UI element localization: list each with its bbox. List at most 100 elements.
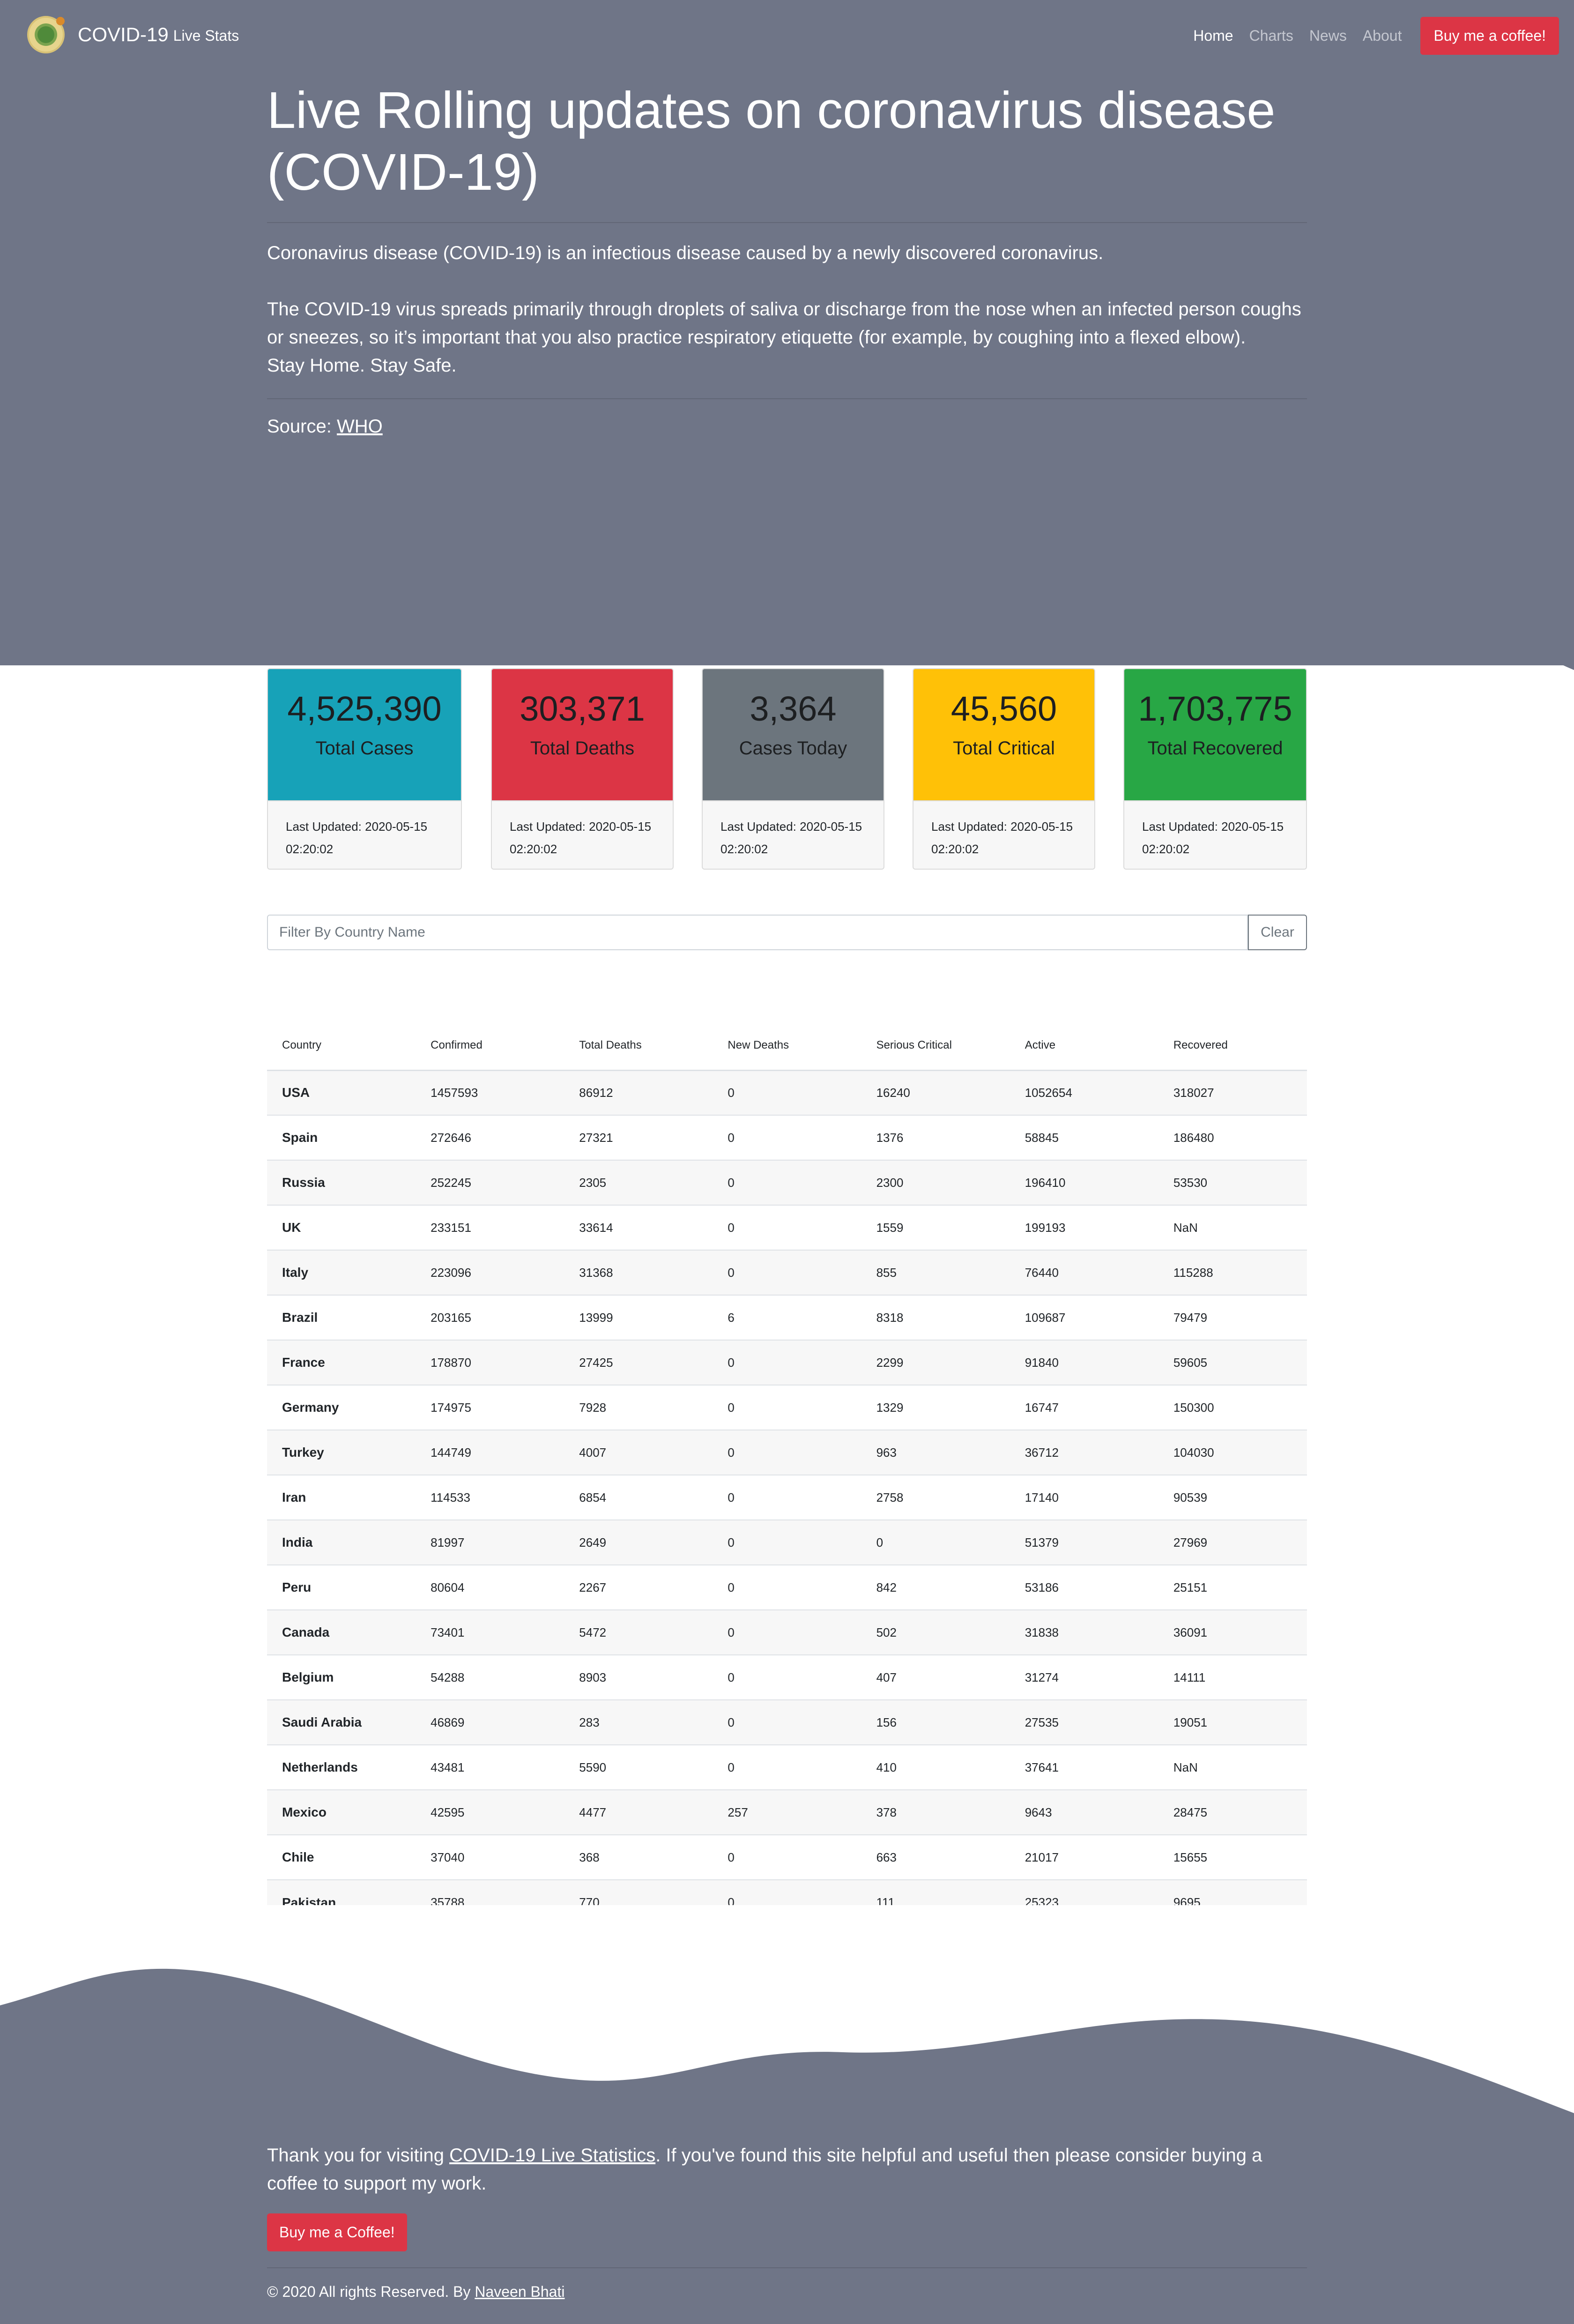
col-active[interactable]: Active [1010, 1021, 1158, 1071]
nav-news[interactable]: News [1309, 27, 1347, 45]
table-cell: 114533 [416, 1475, 564, 1520]
footer-site-link[interactable]: COVID-19 Live Statistics [449, 2145, 655, 2166]
table-cell: 186480 [1158, 1115, 1307, 1160]
table-cell: 25323 [1010, 1879, 1158, 1905]
buy-coffee-footer-button[interactable]: Buy me a Coffee! [267, 2213, 407, 2251]
table-cell: 4007 [564, 1430, 713, 1475]
coronavirus-logo-icon [27, 16, 65, 53]
table-cell: 90539 [1158, 1475, 1307, 1520]
col-new-deaths[interactable]: New Deaths [713, 1021, 861, 1071]
buy-coffee-button[interactable]: Buy me a coffee! [1420, 17, 1559, 55]
table-cell: 86912 [564, 1070, 713, 1115]
intro-text: Coronavirus disease (COVID-19) is an inf… [267, 243, 1104, 263]
table-cell: 37641 [1010, 1744, 1158, 1790]
table-cell: 5472 [564, 1609, 713, 1655]
table-row: France 178870 27425 0 2299 91840 59605 [267, 1340, 1307, 1385]
col-serious-critical[interactable]: Serious Critical [861, 1021, 1010, 1071]
table-cell: 144749 [416, 1430, 564, 1475]
card-value: 45,560 [950, 689, 1057, 728]
table-cell: 1559 [861, 1205, 1010, 1250]
country-filter: Clear [267, 915, 1307, 950]
table-cell: 16240 [861, 1070, 1010, 1115]
country-cell: Turkey [267, 1430, 416, 1475]
footer-content: Thank you for visiting COVID-19 Live Sta… [267, 2141, 1307, 2301]
table-row: USA 1457593 86912 0 16240 1052654 318027 [267, 1070, 1307, 1115]
table-cell: 842 [861, 1564, 1010, 1610]
table-cell: 2267 [564, 1564, 713, 1610]
col-confirmed[interactable]: Confirmed [416, 1021, 564, 1071]
country-cell: France [267, 1340, 416, 1385]
table-cell: 2300 [861, 1160, 1010, 1205]
country-cell: Russia [267, 1160, 416, 1205]
author-link[interactable]: Naveen Bhati [475, 2283, 564, 2300]
card-updated: Last Updated: 2020-05-15 02:20:02 [703, 800, 884, 869]
table-cell: 407 [861, 1654, 1010, 1700]
table-cell: 53530 [1158, 1160, 1307, 1205]
table-cell: 770 [564, 1879, 713, 1905]
country-cell: Mexico [267, 1789, 416, 1835]
brand[interactable]: COVID-19 Live Stats [27, 16, 239, 53]
clear-button[interactable]: Clear [1248, 915, 1307, 950]
table-cell: 196410 [1010, 1160, 1158, 1205]
card-value: 1,703,775 [1138, 689, 1292, 728]
table-cell: 5590 [564, 1744, 713, 1790]
divider [267, 2267, 1307, 2268]
who-link[interactable]: WHO [337, 416, 383, 437]
table-cell: 0 [713, 1654, 861, 1700]
countries-table-container[interactable]: Country Confirmed Total Deaths New Death… [267, 1021, 1307, 1905]
country-cell: Chile [267, 1834, 416, 1880]
table-cell: 13999 [564, 1295, 713, 1340]
table-cell: 36091 [1158, 1609, 1307, 1655]
stay-home-text: Stay Home. Stay Safe. [267, 355, 457, 376]
table-cell: 252245 [416, 1160, 564, 1205]
table-cell: 272646 [416, 1115, 564, 1160]
brand-subtitle: Live Stats [173, 27, 239, 44]
col-country[interactable]: Country [267, 1021, 416, 1071]
table-cell: 27535 [1010, 1699, 1158, 1745]
table-cell: 963 [861, 1430, 1010, 1475]
table-row: Germany 174975 7928 0 1329 16747 150300 [267, 1385, 1307, 1430]
table-cell: 9695 [1158, 1879, 1307, 1905]
country-cell: India [267, 1520, 416, 1565]
table-body: USA 1457593 86912 0 16240 1052654 318027 Spain 2… [267, 1070, 1307, 1905]
card-updated: Last Updated: 2020-05-15 02:20:02 [268, 800, 461, 869]
col-recovered[interactable]: Recovered [1158, 1021, 1307, 1071]
card-body: 3,364 Cases Today [703, 669, 884, 800]
nav-charts[interactable]: Charts [1249, 27, 1293, 45]
copyright: © 2020 All rights Reserved. By Naveen Bh… [267, 2283, 1307, 2301]
country-cell: Germany [267, 1385, 416, 1430]
country-filter-input[interactable] [267, 915, 1248, 950]
table-cell: 35788 [416, 1879, 564, 1905]
table-cell: 91840 [1010, 1340, 1158, 1385]
table-cell: 0 [713, 1205, 861, 1250]
card-label: Total Critical [953, 738, 1055, 759]
table-cell: 6 [713, 1295, 861, 1340]
table-cell: 2305 [564, 1160, 713, 1205]
footer-text-before: Thank you for visiting [267, 2145, 450, 2166]
nav-home[interactable]: Home [1193, 27, 1233, 45]
countries-table: Country Confirmed Total Deaths New Death… [267, 1021, 1307, 1905]
table-cell: 174975 [416, 1385, 564, 1430]
table-row: Brazil 203165 13999 6 8318 109687 79479 [267, 1295, 1307, 1340]
card-body: 303,371 Total Deaths [492, 669, 673, 800]
card-value: 4,525,390 [287, 689, 442, 728]
table-cell: 502 [861, 1609, 1010, 1655]
table-cell: 80604 [416, 1564, 564, 1610]
table-cell: 0 [713, 1340, 861, 1385]
table-row: Belgium 54288 8903 0 407 31274 14111 [267, 1654, 1307, 1700]
table-cell: 111 [861, 1879, 1010, 1905]
source-label: Source: [267, 416, 332, 437]
country-cell: Brazil [267, 1295, 416, 1340]
table-cell: 79479 [1158, 1295, 1307, 1340]
country-cell: Netherlands [267, 1744, 416, 1790]
table-cell: 115288 [1158, 1250, 1307, 1295]
country-cell: Iran [267, 1475, 416, 1520]
stats-cards: 4,525,390 Total Cases Last Updated: 2020… [267, 668, 1307, 870]
table-row: Mexico 42595 4477 257 378 9643 28475 [267, 1789, 1307, 1835]
table-cell: 33614 [564, 1205, 713, 1250]
nav-about[interactable]: About [1363, 27, 1402, 45]
table-cell: 156 [861, 1699, 1010, 1745]
card-label: Total Recovered [1147, 738, 1283, 759]
table-cell: 368 [564, 1834, 713, 1880]
col-total-deaths[interactable]: Total Deaths [564, 1021, 713, 1071]
